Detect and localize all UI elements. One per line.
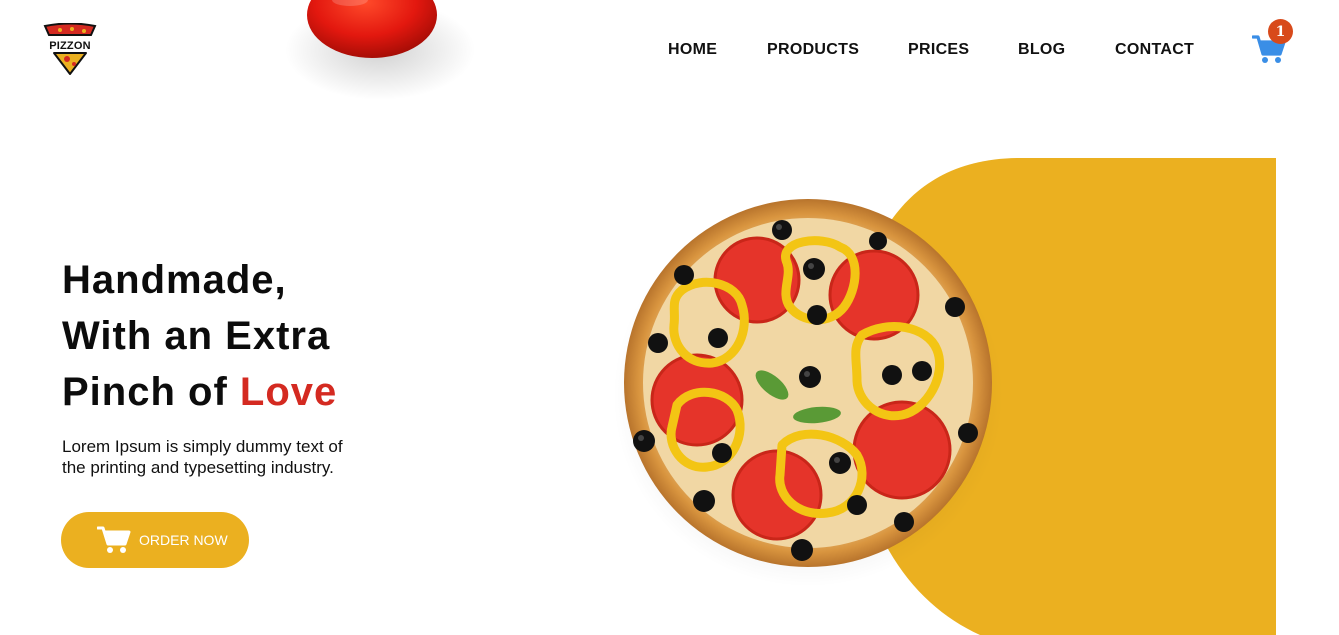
nav-prices[interactable]: PRICES — [908, 41, 969, 59]
order-now-button[interactable]: ORDER NOW — [61, 512, 249, 568]
logo-text: PIZZON — [49, 40, 91, 52]
headline-line-3: Pinch of — [62, 370, 240, 414]
tomato-image — [285, 0, 475, 100]
headline-highlight-love: Love — [239, 370, 338, 414]
hero-headline: Handmade, With an Extra Pinch of Love — [62, 252, 422, 420]
nav-home[interactable]: HOME — [668, 41, 717, 59]
order-now-label: ORDER NOW — [139, 532, 228, 548]
nav-contact[interactable]: CONTACT — [1115, 41, 1194, 59]
nav-blog[interactable]: BLOG — [1018, 41, 1065, 59]
cart-count-badge: 1 — [1268, 19, 1293, 44]
brand-logo[interactable]: PIZZON — [42, 23, 98, 77]
headline-line-1: Handmade, — [62, 258, 287, 302]
hero-description: Lorem Ipsum is simply dummy text of the … — [62, 437, 343, 477]
nav-products[interactable]: PRODUCTS — [767, 41, 859, 59]
cart-icon — [97, 526, 131, 553]
pizza-image — [613, 199, 1003, 587]
headline-line-2: With an Extra — [62, 314, 331, 358]
